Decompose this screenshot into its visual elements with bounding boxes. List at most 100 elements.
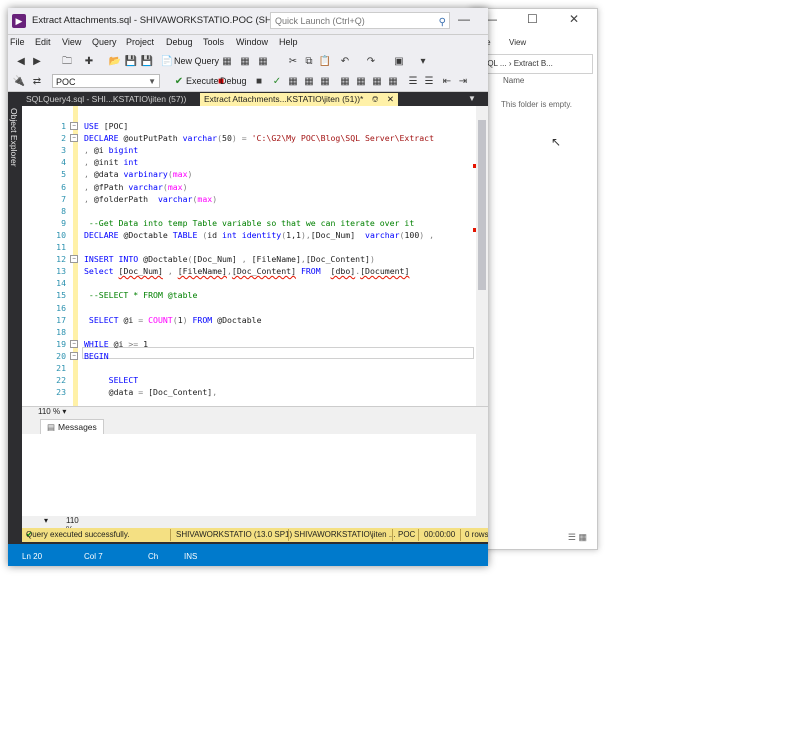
new-query-button[interactable]: New Query [174,56,219,66]
xmla-query-icon[interactable]: ▦ [256,55,270,69]
tab-sqlquery4[interactable]: SQLQuery4.sql - SHI...KSTATIO\jiten (57)… [22,93,190,106]
decrease-indent-icon[interactable]: ⇤ [440,75,454,89]
collapse-icon[interactable]: − [70,351,78,360]
code-line[interactable]: 21 [22,362,472,374]
code-line[interactable]: 14 [22,277,472,289]
pin-icon[interactable]: ⎊ [372,94,379,104]
stop-icon[interactable]: ■ [252,75,266,89]
save-all-icon[interactable]: 💾 [140,55,154,69]
menu-query[interactable]: Query [92,37,117,47]
ribbon-tab-view[interactable]: View [509,38,526,47]
results-zoom-select[interactable]: 110 % ▾ [44,516,79,534]
menu-edit[interactable]: Edit [35,37,51,47]
save-icon[interactable]: 💾 [124,55,138,69]
code-line[interactable]: 20− BEGIN [22,350,472,362]
code-line[interactable]: 18 [22,326,472,338]
address-bar[interactable]: SQL ... › Extract B... [481,54,593,74]
quick-launch-input[interactable]: Quick Launch (Ctrl+Q) ⚲ [270,12,450,29]
cut-icon[interactable]: ✂ [286,55,300,69]
display-estimated-plan-icon[interactable]: ▦ [286,75,300,89]
messages-scrollbar[interactable] [476,434,488,516]
code-line[interactable]: 2− DECLARE @outPutPath varchar(50) = 'C:\… [22,132,472,144]
menu-debug[interactable]: Debug [166,37,193,47]
maximize-icon[interactable]: ☐ [527,12,538,26]
close-icon[interactable]: ✕ [569,12,579,26]
menu-view[interactable]: View [62,37,81,47]
code-line[interactable]: 17 SELECT @i = COUNT(1) FROM @Doctable [22,314,472,326]
object-explorer-panel-tab[interactable]: Object Explorer [8,106,22,556]
code-line[interactable]: 22 SELECT [22,374,472,386]
new-project-icon[interactable]: 🗀 [60,55,74,69]
menu-file[interactable]: File [10,37,25,47]
intellisense-icon[interactable]: ▦ [318,75,332,89]
menu-window[interactable]: Window [236,37,268,47]
copy-icon[interactable]: ⧉ [302,55,316,69]
sql-editor[interactable]: 1− USE [POC] 2− DECLARE @outPutPath varchar… [22,106,488,406]
collapse-icon[interactable]: − [70,134,78,143]
parse-icon[interactable]: ✓ [270,75,284,89]
code-line[interactable]: 13 Select [Doc_Num] , [FileName],[Doc_Con… [22,265,472,277]
results-to-grid-icon[interactable]: ▦ [370,75,384,89]
code-line[interactable]: 19− WHILE @i >= 1 [22,338,472,350]
include-plan-icon[interactable]: ▦ [338,75,352,89]
view-toggle-icons[interactable]: ☰ ▦ [568,532,587,543]
close-tab-icon[interactable]: ✕ [387,94,394,104]
comment-icon[interactable]: ☰ [406,75,420,89]
new-query-icon[interactable]: 📄 [160,55,174,69]
collapse-icon[interactable]: − [70,255,78,264]
collapse-icon[interactable]: − [70,339,78,348]
code-line[interactable]: 9 --Get Data into temp Table variable so… [22,217,472,229]
code-line[interactable]: 5 , @data varbinary(max) [22,168,472,180]
increase-indent-icon[interactable]: ⇥ [456,75,470,89]
code-line[interactable]: 12− INSERT INTO @Doctable([Doc_Num] , [Fi… [22,253,472,265]
tab-extract-attachments[interactable]: Extract Attachments...KSTATIO\jiten (51)… [200,93,399,106]
code-line[interactable]: 7 , @folderPath varchar(max) [22,193,472,205]
editor-vertical-scrollbar[interactable] [476,106,488,406]
code-token: ) [212,193,218,204]
menu-help[interactable]: Help [279,37,298,47]
open-file-icon[interactable]: 📂 [108,55,122,69]
tab-messages[interactable]: ▤ Messages [40,419,104,434]
menu-project[interactable]: Project [126,37,154,47]
code-line[interactable]: 4, @init int [22,156,472,168]
messages-pane[interactable] [22,434,488,516]
database-select[interactable]: POC ▼ [52,74,160,88]
code-line[interactable]: 11 [22,241,472,253]
back-icon[interactable]: ◀ [14,55,28,69]
editor-scroll-thumb[interactable] [478,120,486,290]
solution-explorer-icon[interactable]: ▣ [392,55,406,69]
dmx-query-icon[interactable]: ▦ [238,55,252,69]
code-line[interactable]: 6 , @fPath varchar(max) [22,181,472,193]
editor-zoom-select[interactable]: 110 % ▾ [38,407,66,416]
tab-list-dropdown-icon[interactable]: ▼ [468,94,476,103]
collapse-icon[interactable]: − [70,122,78,130]
toolbar-options-icon[interactable]: ▾ [416,55,430,69]
connect-icon[interactable]: 🔌 [12,75,26,89]
menu-tools[interactable]: Tools [203,37,224,47]
change-connection-icon[interactable]: ⇄ [30,75,44,89]
undo-icon[interactable]: ↶ [338,55,352,69]
code-line[interactable]: 15 --SELECT * FROM @table [22,289,472,301]
query-options-icon[interactable]: ▦ [302,75,316,89]
debug-button[interactable]: Debug [220,76,247,86]
execute-icon[interactable]: ✔ [172,75,186,89]
code-line[interactable]: 16 [22,302,472,314]
code-line[interactable]: 1− USE [POC] [22,120,472,132]
results-to-file-icon[interactable]: ▦ [386,75,400,89]
error-marker[interactable] [473,228,476,232]
line-number: 23 [56,387,66,398]
forward-icon[interactable]: ▶ [30,55,44,69]
error-marker[interactable] [473,164,476,168]
redo-icon[interactable]: ↷ [364,55,378,69]
code-line[interactable]: 8 [22,205,472,217]
uncomment-icon[interactable]: ☰ [422,75,436,89]
results-to-text-icon[interactable]: ▦ [354,75,368,89]
code-line[interactable]: 3, @i bigint [22,144,472,156]
code-line[interactable]: 23 @data = [Doc_Content], [22,386,472,398]
add-item-icon[interactable]: ✚ [82,55,96,69]
mdx-query-icon[interactable]: ▦ [220,55,234,69]
minimize-icon[interactable]: — [458,12,470,26]
column-header-name[interactable]: Name [503,76,524,85]
code-line[interactable]: 10 DECLARE @Doctable TABLE (id int identi… [22,229,472,241]
paste-icon[interactable]: 📋 [318,55,332,69]
